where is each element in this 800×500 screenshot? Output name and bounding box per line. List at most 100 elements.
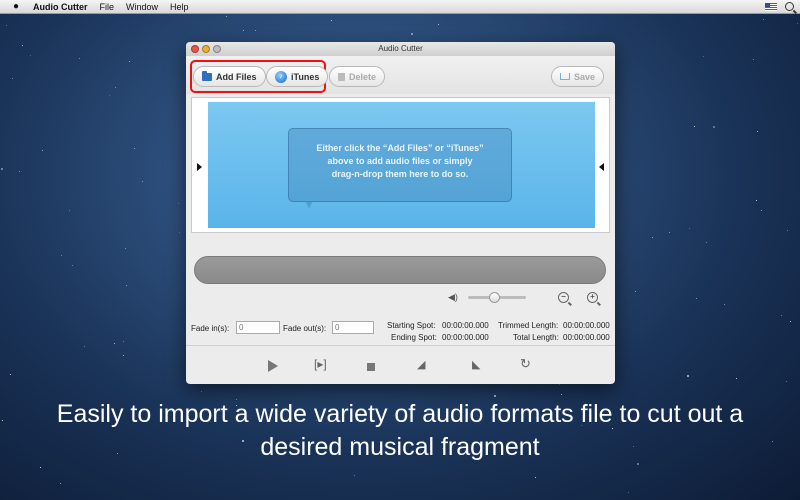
star [41,150,43,152]
save-icon [560,73,570,80]
star [133,148,135,150]
star [6,24,8,26]
drop-hint-line1: Either click the “Add Files” or “iTunes” [316,143,484,153]
delete-label: Delete [349,71,377,82]
fade-in-icon[interactable]: ◢ [417,358,425,371]
apple-menu-icon[interactable]: ● [9,1,23,12]
volume-control: ◀) [448,291,526,303]
total-length-label: Total Length: [513,333,559,342]
minimize-window-button[interactable] [202,45,210,53]
itunes-icon: ♪ [275,70,287,83]
star [128,61,130,63]
star [178,203,180,205]
itunes-label: iTunes [291,71,320,82]
close-window-button[interactable] [191,45,199,53]
trimmed-length-value: 00:00:00.000 [563,321,610,330]
star [72,265,74,267]
star [142,181,144,183]
star [178,232,180,234]
volume-slider[interactable] [468,291,526,303]
fade-in-label: Fade in(s): [191,324,230,333]
menu-file[interactable]: File [100,2,115,12]
menu-bar: ● Audio Cutter File Window Help [0,0,800,14]
spotlight-search-icon[interactable] [785,2,794,11]
star [757,131,759,133]
zoom-in-icon[interactable]: + [587,292,598,303]
save-button[interactable]: Save [551,66,605,87]
star [410,32,413,35]
play-selection-icon[interactable]: [▸] [314,357,327,371]
star [696,297,698,299]
star [200,391,202,393]
drop-hint-line2: above to add audio files or simply [327,156,473,166]
star [109,95,111,96]
star [703,55,705,57]
star [255,29,257,31]
star [796,22,798,24]
star [705,241,707,243]
promo-caption: Easily to import a wide variety of audio… [0,398,800,464]
star [114,86,116,88]
add-files-button[interactable]: Add Files [193,66,266,87]
drop-zone[interactable]: Either click the “Add Files” or “iTunes”… [208,102,595,228]
scroll-left-arrow-icon[interactable] [197,163,202,171]
star [724,303,726,305]
star [79,58,81,60]
star [126,284,128,286]
trash-icon [338,72,345,81]
star [686,374,689,377]
fade-out-input[interactable]: 0 [332,321,374,334]
stop-icon[interactable] [367,363,375,371]
star [693,126,695,128]
speaker-icon: ◀) [448,292,458,302]
caption-line2: desired musical fragment [260,433,540,461]
menu-window[interactable]: Window [126,2,158,12]
star [123,355,125,357]
star [635,290,637,292]
audio-cutter-window: Audio Cutter Add Files ♪ iTunes Delete S… [186,42,615,384]
star [763,19,765,21]
folder-icon [202,70,212,81]
playback-controls: [▸] ◢ ◣ ↻ [186,356,615,377]
star [761,209,763,211]
starting-spot-value: 00:00:00.000 [442,321,489,330]
input-source-flag-icon[interactable] [765,2,777,11]
scroll-right-arrow-icon[interactable] [599,163,604,171]
star [780,314,782,316]
star [60,482,62,484]
title-bar: Audio Cutter [186,42,615,56]
star [789,320,791,322]
menu-help[interactable]: Help [170,2,189,12]
menu-app-name[interactable]: Audio Cutter [33,2,88,12]
star [68,209,70,211]
fade-in-input[interactable]: 0 [236,321,280,334]
fade-out-icon[interactable]: ◣ [472,358,480,371]
star [39,466,41,468]
star [785,380,787,382]
star [124,247,126,249]
repeat-icon[interactable]: ↻ [520,356,531,372]
star [19,171,21,173]
itunes-button[interactable]: ♪ iTunes [266,66,329,87]
zoom-out-icon[interactable]: − [558,292,569,303]
drop-hint-line3: drag-n-drop them here to do so. [331,169,469,179]
star [689,227,691,229]
play-icon[interactable] [268,360,278,372]
delete-button[interactable]: Delete [329,66,386,87]
playback-progress-bar[interactable] [194,256,606,284]
star [756,199,758,201]
star [226,16,228,17]
star [712,125,715,128]
star [560,393,562,395]
volume-slider-knob[interactable] [489,291,501,303]
trimmed-length-label: Trimmed Length: [498,321,559,330]
star [61,255,63,257]
total-length-value: 00:00:00.000 [563,333,610,342]
toolbar: Add Files ♪ iTunes Delete Save [186,56,615,94]
save-label: Save [574,71,596,82]
waveform-area[interactable]: Either click the “Add Files” or “iTunes”… [191,97,610,233]
star [242,30,244,32]
divider [186,345,615,346]
zoom-window-button[interactable] [213,45,221,53]
star [786,229,788,231]
